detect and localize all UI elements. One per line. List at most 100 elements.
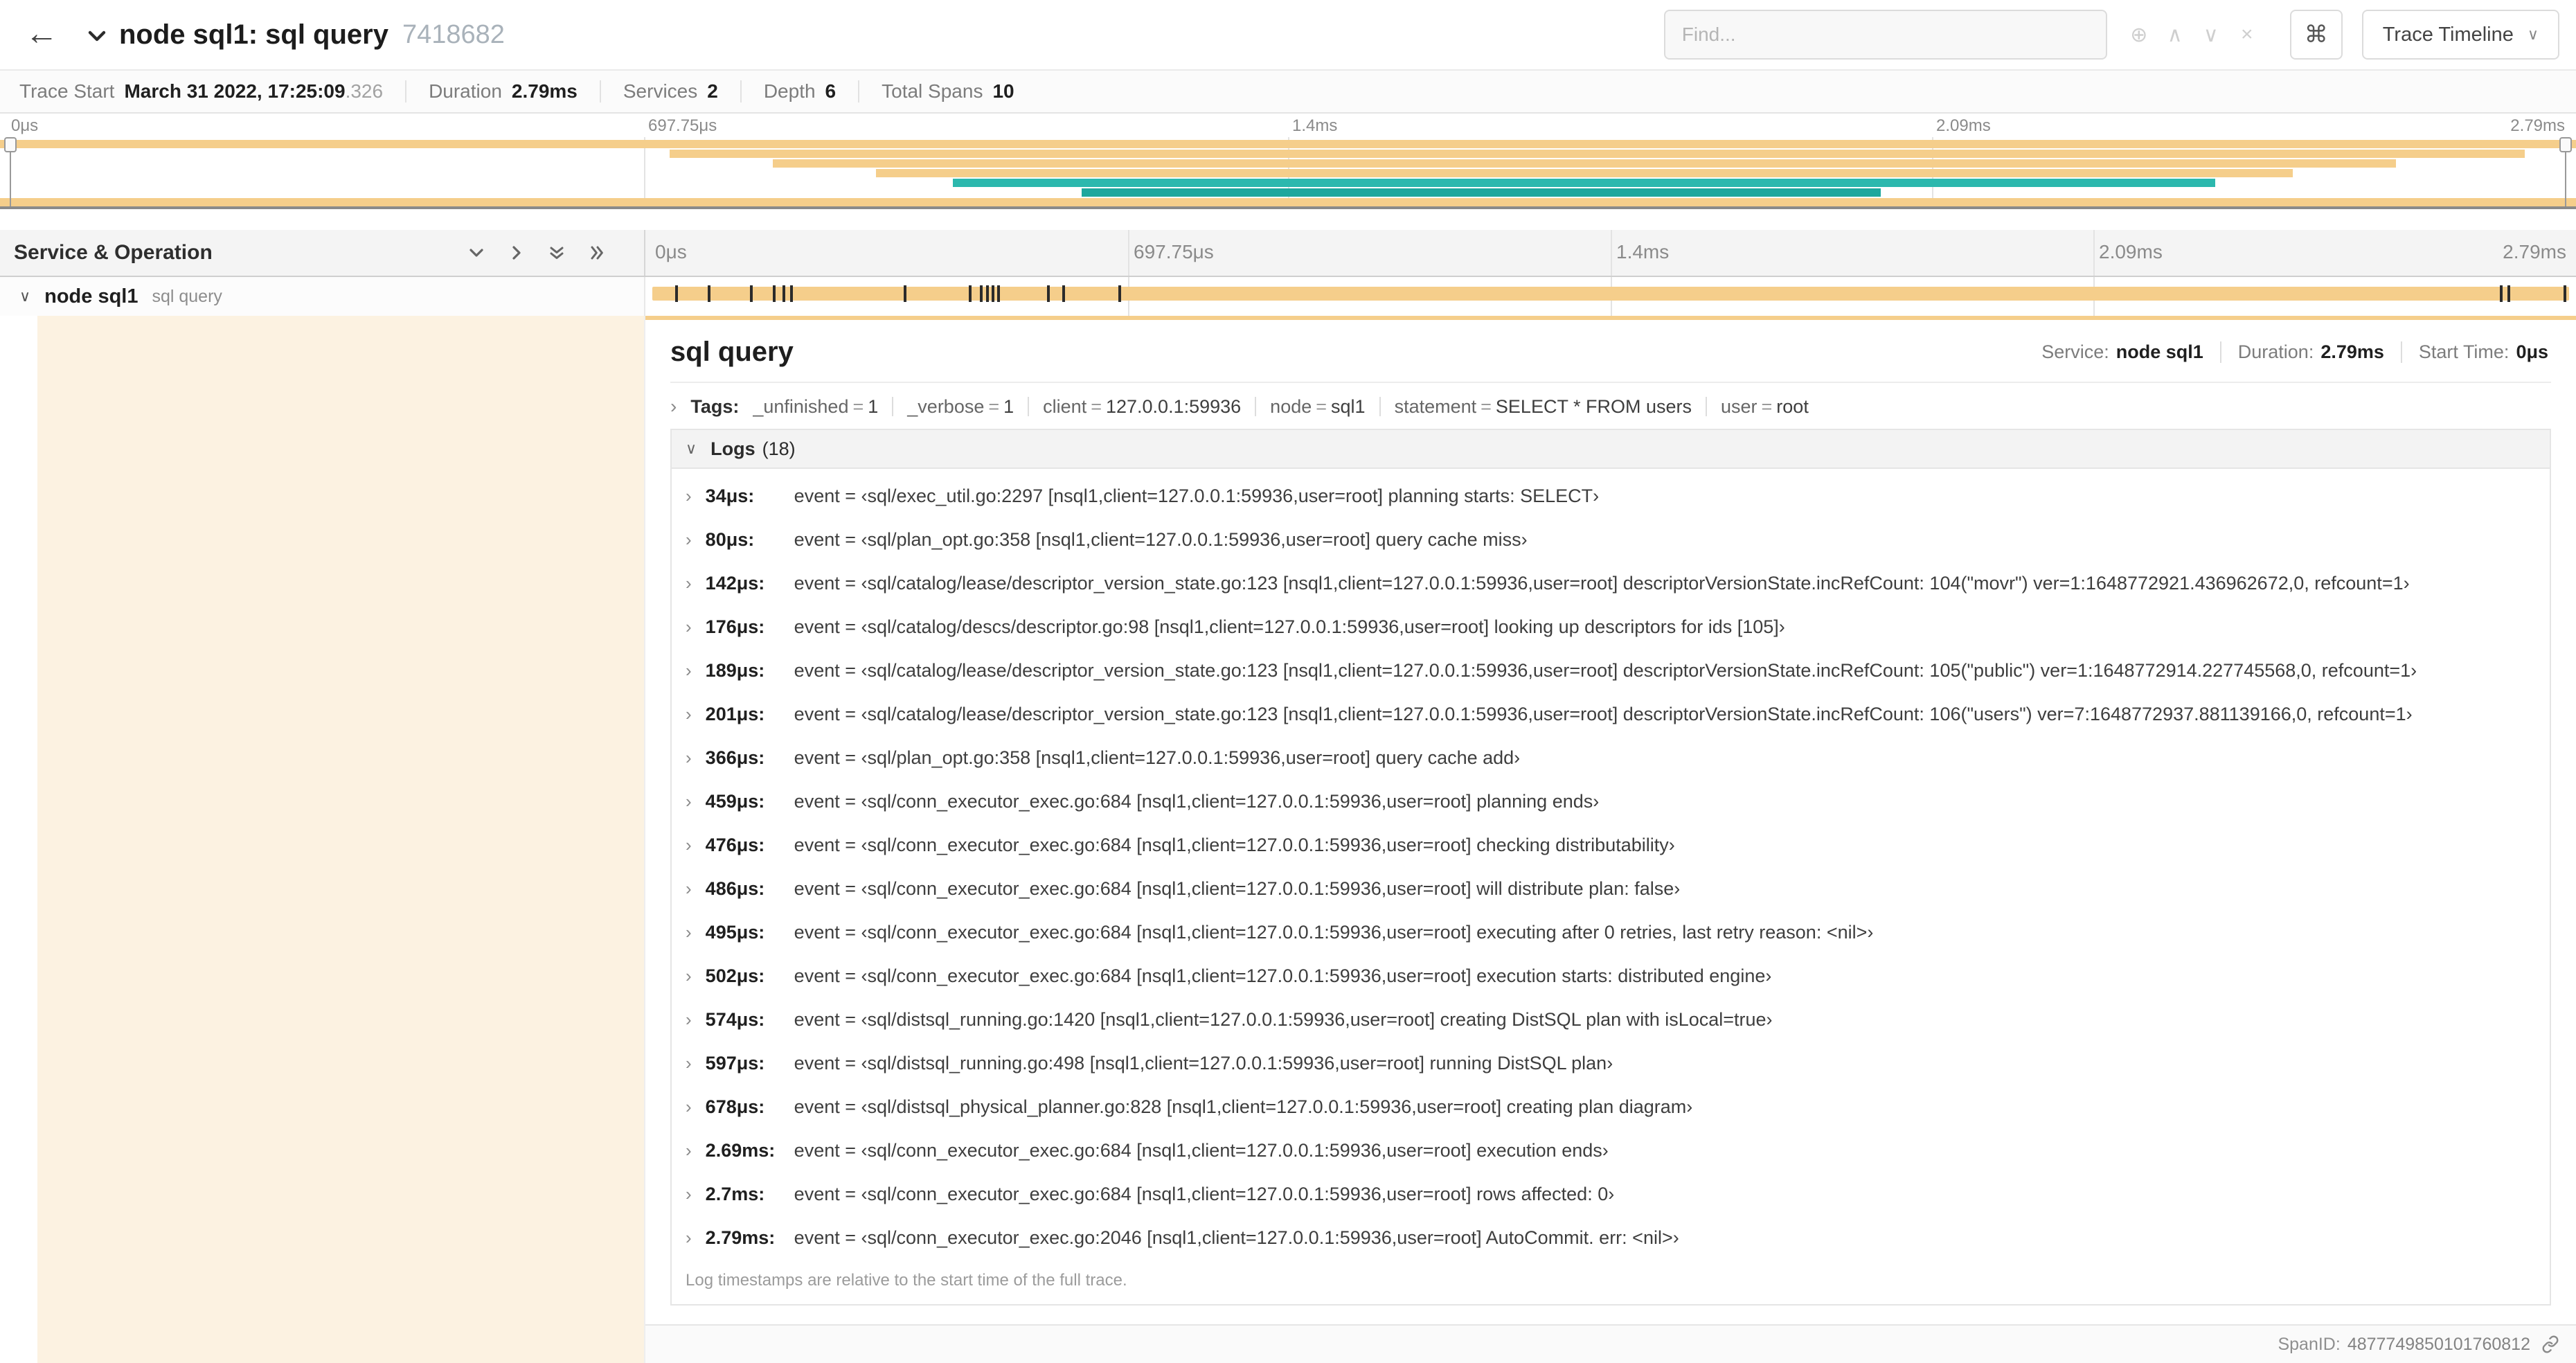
log-marker [708, 285, 711, 302]
log-row[interactable]: › 2.7ms: event = ‹sql/conn_executor_exec.g… [672, 1173, 2550, 1216]
clear-search-icon[interactable]: × [2229, 23, 2265, 46]
summary-value: 2.79ms [511, 80, 578, 102]
minimap-left-scrubber[interactable] [4, 137, 17, 206]
summary-label: Duration [429, 80, 502, 102]
log-row[interactable]: › 476μs: event = ‹sql/conn_executor_exec.g… [672, 823, 2550, 867]
log-timestamp: 176μs: [705, 616, 765, 637]
detail-duration: Duration: 2.79ms [2221, 341, 2402, 363]
link-icon[interactable] [2541, 1335, 2559, 1353]
log-row[interactable]: › 486μs: event = ‹sql/conn_executor_exec.g… [672, 867, 2550, 911]
log-row[interactable]: › 176μs: event = ‹sql/catalog/descs/descri… [672, 605, 2550, 649]
log-timestamp: 201μs: [705, 704, 765, 724]
summary-duration: Duration 2.79ms [406, 80, 601, 103]
detail-title-bar: sql query Service: node sql1 Duration: 2.7… [670, 320, 2551, 383]
tag-item[interactable]: _verbose = 1 [907, 396, 1014, 418]
span-row-timeline-cell [645, 277, 2576, 316]
log-row[interactable]: › 678μs: event = ‹sql/distsql_physical_pla… [672, 1085, 2550, 1129]
span-detail-region: sql query Service: node sql1 Duration: 2.7… [0, 316, 2576, 1363]
detail-meta: Service: node sql1 Duration: 2.79ms Start … [2025, 341, 2551, 363]
trace-id: 7418682 [402, 19, 505, 49]
trace-view-label: Trace Timeline [2382, 23, 2514, 46]
log-row[interactable]: › 189μs: event = ‹sql/catalog/lease/descri… [672, 649, 2550, 693]
log-event-text: event = ‹sql/conn_executor_exec.go:684 [… [794, 878, 1681, 899]
collapse-all-icon[interactable] [548, 244, 565, 261]
summary-value: 2 [707, 80, 718, 102]
log-timestamp: 142μs: [705, 573, 765, 594]
trace-summary-bar: Trace Start March 31 2022, 17:25:09.326 … [0, 69, 2576, 114]
focus-matches-icon[interactable]: ⊕ [2121, 23, 2157, 47]
log-row[interactable]: › 142μs: event = ‹sql/catalog/lease/descri… [672, 562, 2550, 605]
chevron-right-icon: › [686, 485, 692, 506]
log-marker [991, 285, 994, 302]
back-button[interactable]: ← [0, 15, 78, 55]
tag-separator [1379, 397, 1381, 416]
minimap-right-scrubber[interactable] [2559, 137, 2572, 206]
prev-result-icon[interactable]: ∧ [2157, 23, 2193, 47]
expand-one-icon[interactable] [508, 244, 525, 261]
log-marker [997, 285, 1001, 302]
tag-item[interactable]: client = 127.0.0.1:59936 [1043, 396, 1241, 418]
keyboard-shortcuts-button[interactable]: ⌘ [2289, 10, 2343, 60]
log-event-text: event = ‹sql/conn_executor_exec.go:684 [… [794, 922, 1874, 943]
log-row[interactable]: › 495μs: event = ‹sql/conn_executor_exec.g… [672, 911, 2550, 954]
tag-item[interactable]: statement = SELECT * FROM users [1395, 396, 1692, 418]
log-timestamp: 2.7ms: [705, 1184, 765, 1204]
log-row[interactable]: › 34μs: event = ‹sql/exec_util.go:2297 [ns… [672, 474, 2550, 518]
tag-item[interactable]: node = sql1 [1270, 396, 1365, 418]
summary-services: Services 2 [601, 80, 742, 103]
logs-header[interactable]: ∨ Logs (18) [672, 430, 2550, 469]
header-left: ← node sql1: sql query 7418682 [0, 15, 505, 55]
next-result-icon[interactable]: ∨ [2193, 23, 2229, 47]
collapse-one-icon[interactable] [468, 244, 485, 261]
log-marker [773, 285, 776, 302]
tick-label: 697.75μs [1134, 241, 1214, 262]
log-row[interactable]: › 459μs: event = ‹sql/conn_executor_exec.g… [672, 780, 2550, 823]
tag-item[interactable]: user = root [1721, 396, 1809, 418]
spacer [0, 212, 2576, 230]
log-row[interactable]: › 597μs: event = ‹sql/distsql_running.go:4… [672, 1042, 2550, 1085]
expand-all-icon[interactable] [589, 244, 605, 261]
meta-label: Start Time: [2418, 341, 2510, 362]
scrubber-handle[interactable] [2559, 137, 2572, 152]
chevron-down-icon[interactable]: ∨ [19, 287, 30, 305]
log-row[interactable]: › 2.69ms: event = ‹sql/conn_executor_exec.… [672, 1129, 2550, 1173]
summary-value: March 31 2022, 17:25:09 [124, 80, 346, 102]
chevron-right-icon: › [686, 791, 692, 812]
span-row-name-cell[interactable]: ∨ node sql1 sql query [0, 277, 645, 316]
log-marker [1118, 285, 1121, 302]
detail-left-gutter [0, 316, 645, 1363]
collapse-trace-chevron-icon[interactable] [86, 25, 108, 47]
tick-label: 2.79ms [2503, 241, 2566, 262]
find-input[interactable] [1663, 10, 2107, 60]
log-event-text: event = ‹sql/plan_opt.go:358 [nsql1,clie… [794, 747, 1521, 768]
minimap-canvas[interactable] [0, 137, 2576, 209]
trace-view-selector[interactable]: Trace Timeline ∨ [2361, 10, 2559, 60]
log-row[interactable]: › 201μs: event = ‹sql/catalog/lease/descri… [672, 693, 2550, 736]
scrubber-handle[interactable] [4, 137, 17, 152]
log-event-text: event = ‹sql/conn_executor_exec.go:2046 … [794, 1227, 1679, 1248]
jaeger-trace-page: ← node sql1: sql query 7418682 ⊕ ∧ ∨ × ⌘… [0, 0, 2576, 1363]
tags-list: _unfinished = 1 _verbose = 1 client = 127.0.0.1:… [753, 396, 1808, 418]
span-indent-guide [37, 316, 644, 1363]
collapse-controls [468, 244, 605, 261]
log-marker [2507, 285, 2511, 302]
log-row[interactable]: › 2.79ms: event = ‹sql/conn_executor_exec.… [672, 1216, 2550, 1260]
log-event-text: event = ‹sql/conn_executor_exec.go:684 [… [794, 791, 1600, 812]
minimap-span [1082, 188, 1881, 197]
log-row[interactable]: › 574μs: event = ‹sql/distsql_running.go:1… [672, 998, 2550, 1042]
tag-separator [1028, 397, 1030, 416]
log-timestamp: 597μs: [705, 1053, 765, 1074]
minimap-tick-labels: 0μs 697.75μs 1.4ms 2.09ms 2.79ms [0, 114, 2576, 137]
log-row[interactable]: › 80μs: event = ‹sql/plan_opt.go:358 [nsql… [672, 518, 2550, 562]
tag-item[interactable]: _unfinished = 1 [753, 396, 878, 418]
chevron-right-icon: › [686, 835, 692, 855]
detail-operation-title: sql query [670, 337, 794, 367]
chevron-right-icon: › [686, 529, 692, 550]
tags-row[interactable]: › Tags: _unfinished = 1 _verbose = 1 client = 12… [670, 383, 2551, 429]
log-event-text: event = ‹sql/distsql_running.go:1420 [ns… [794, 1009, 1773, 1030]
log-event-text: event = ‹sql/exec_util.go:2297 [nsql1,cl… [794, 485, 1600, 506]
log-event-text: event = ‹sql/conn_executor_exec.go:684 [… [794, 1184, 1615, 1204]
log-row[interactable]: › 366μs: event = ‹sql/plan_opt.go:358 [nsq… [672, 736, 2550, 780]
log-row[interactable]: › 502μs: event = ‹sql/conn_executor_exec.g… [672, 954, 2550, 998]
span-bar[interactable] [652, 285, 2569, 302]
